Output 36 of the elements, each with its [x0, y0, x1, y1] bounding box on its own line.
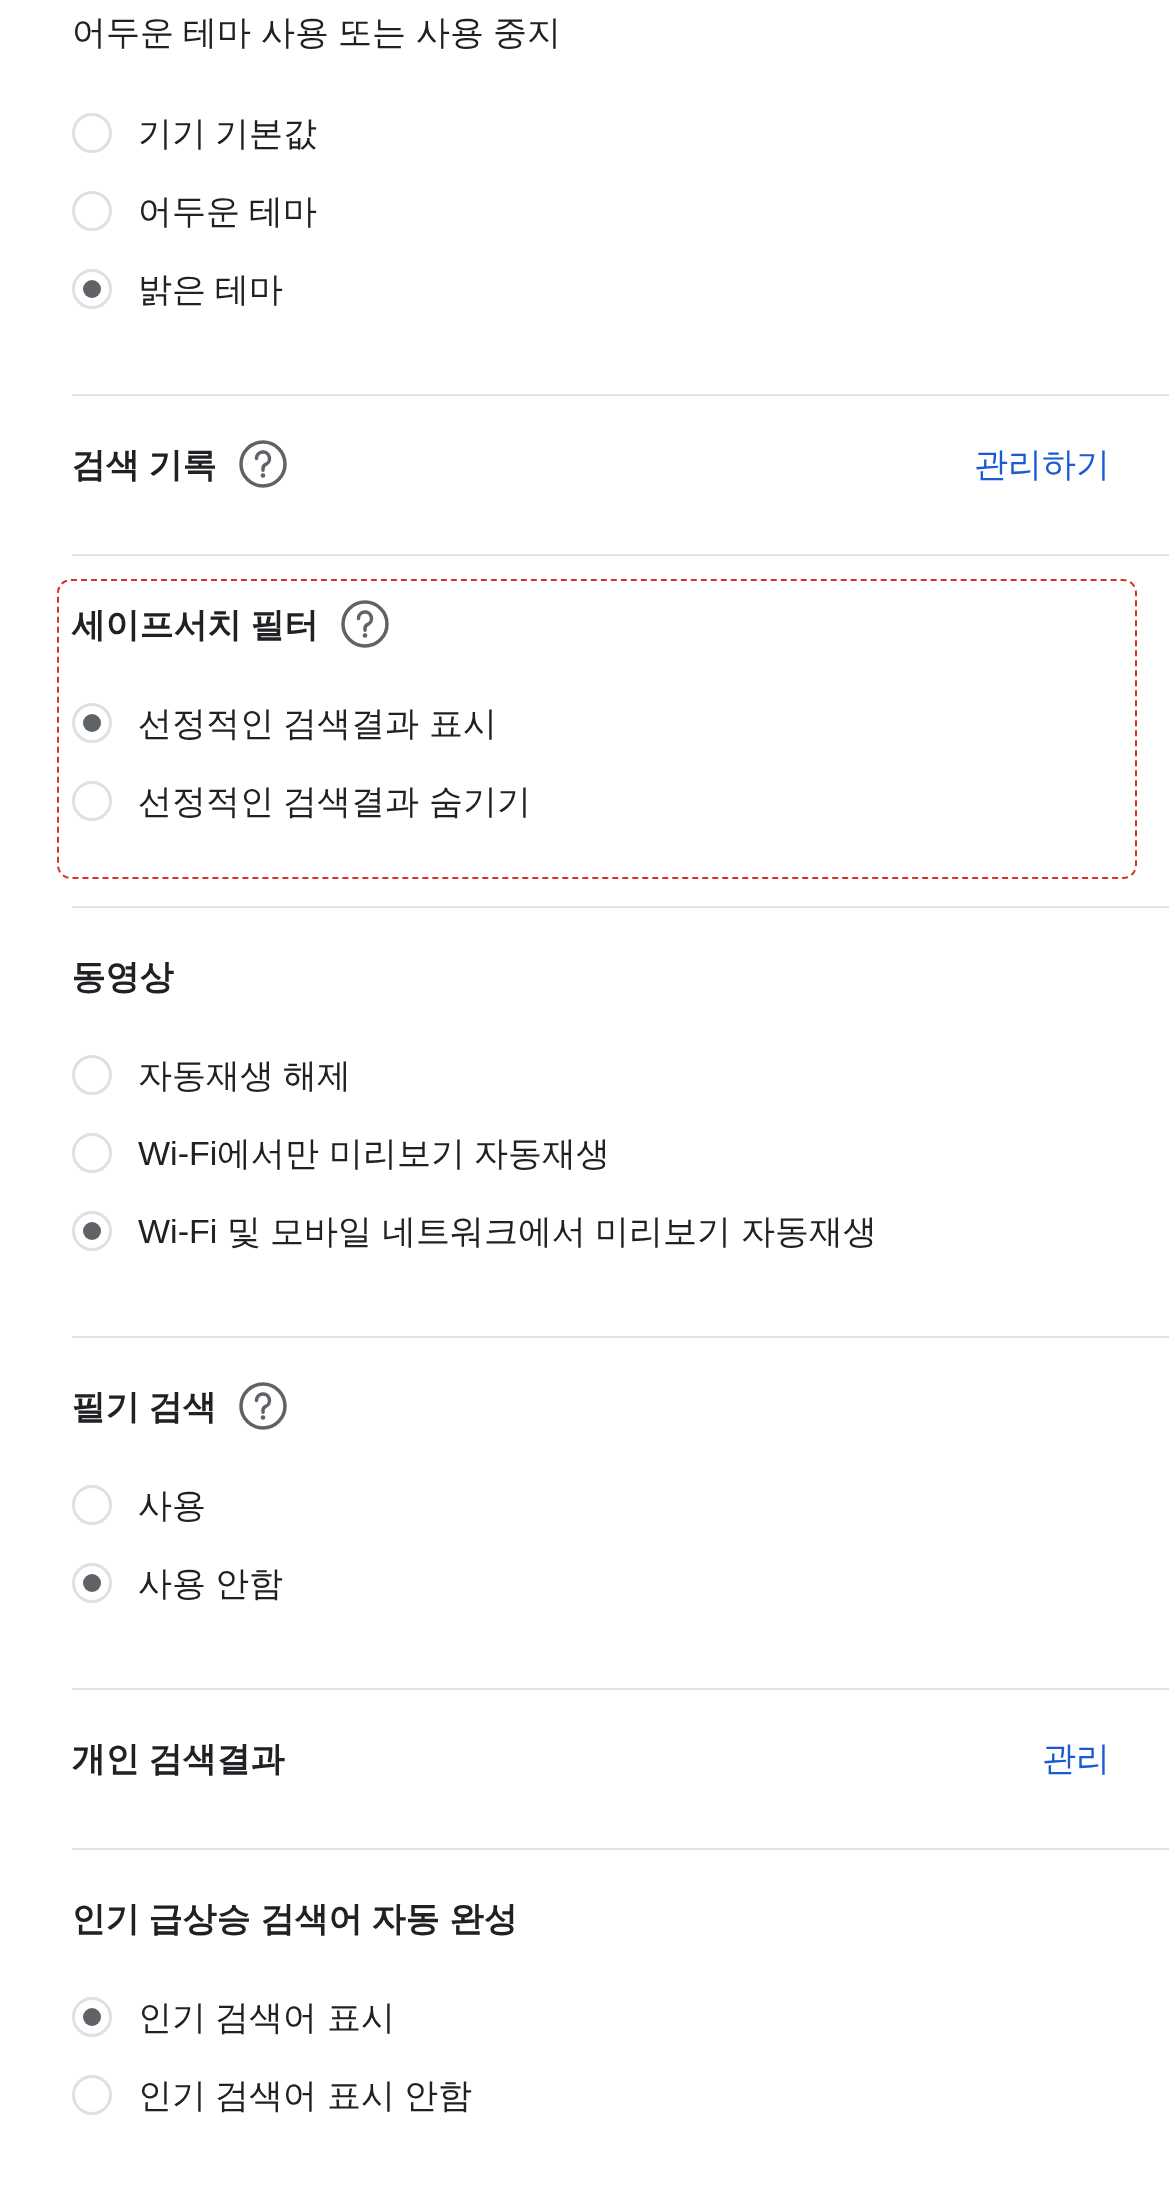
- option-label[interactable]: 자동재생 해제: [138, 1055, 352, 1095]
- radio-button[interactable]: [72, 269, 112, 309]
- option-label[interactable]: 인기 검색어 표시: [138, 1997, 395, 2037]
- help-icon[interactable]: [239, 440, 288, 488]
- help-icon[interactable]: [341, 600, 390, 648]
- manage-link[interactable]: 관리하기: [974, 444, 1110, 484]
- section-title: 개인 검색결과: [72, 1738, 286, 1778]
- manage-link[interactable]: 관리: [1042, 1738, 1110, 1778]
- option-label[interactable]: Wi-Fi 및 모바일 네트워크에서 미리보기 자동재생: [138, 1211, 877, 1251]
- section-title: 인기 급상승 검색어 자동 완성: [72, 1898, 518, 1938]
- option-label[interactable]: 사용 안함: [138, 1563, 284, 1603]
- section-title: 필기 검색: [72, 1386, 218, 1426]
- radio-button[interactable]: [72, 1997, 112, 2037]
- radio-button[interactable]: [72, 1485, 112, 1525]
- option-label[interactable]: 선정적인 검색결과 숨기기: [138, 781, 531, 821]
- radio-button[interactable]: [72, 113, 112, 153]
- radio-button[interactable]: [72, 703, 112, 743]
- option-label[interactable]: Wi-Fi에서만 미리보기 자동재생: [138, 1133, 611, 1173]
- option-label[interactable]: 사용: [138, 1485, 206, 1525]
- radio-button[interactable]: [72, 781, 112, 821]
- option-label[interactable]: 밝은 테마: [138, 269, 284, 309]
- section-title: 동영상: [72, 956, 174, 996]
- section-title: 세이프서치 필터: [72, 604, 320, 644]
- section-description: 어두운 테마 사용 또는 사용 중지: [72, 12, 562, 52]
- radio-button[interactable]: [72, 1563, 112, 1603]
- radio-button[interactable]: [72, 2075, 112, 2115]
- section-title: 검색 기록: [72, 444, 218, 484]
- radio-button[interactable]: [72, 191, 112, 231]
- radio-button[interactable]: [72, 1211, 112, 1251]
- option-label[interactable]: 기기 기본값: [138, 113, 318, 153]
- option-label[interactable]: 인기 검색어 표시 안함: [138, 2075, 473, 2115]
- help-icon[interactable]: [239, 1382, 288, 1430]
- radio-button[interactable]: [72, 1055, 112, 1095]
- radio-button[interactable]: [72, 1133, 112, 1173]
- option-label[interactable]: 선정적인 검색결과 표시: [138, 703, 497, 743]
- option-label[interactable]: 어두운 테마: [138, 191, 318, 231]
